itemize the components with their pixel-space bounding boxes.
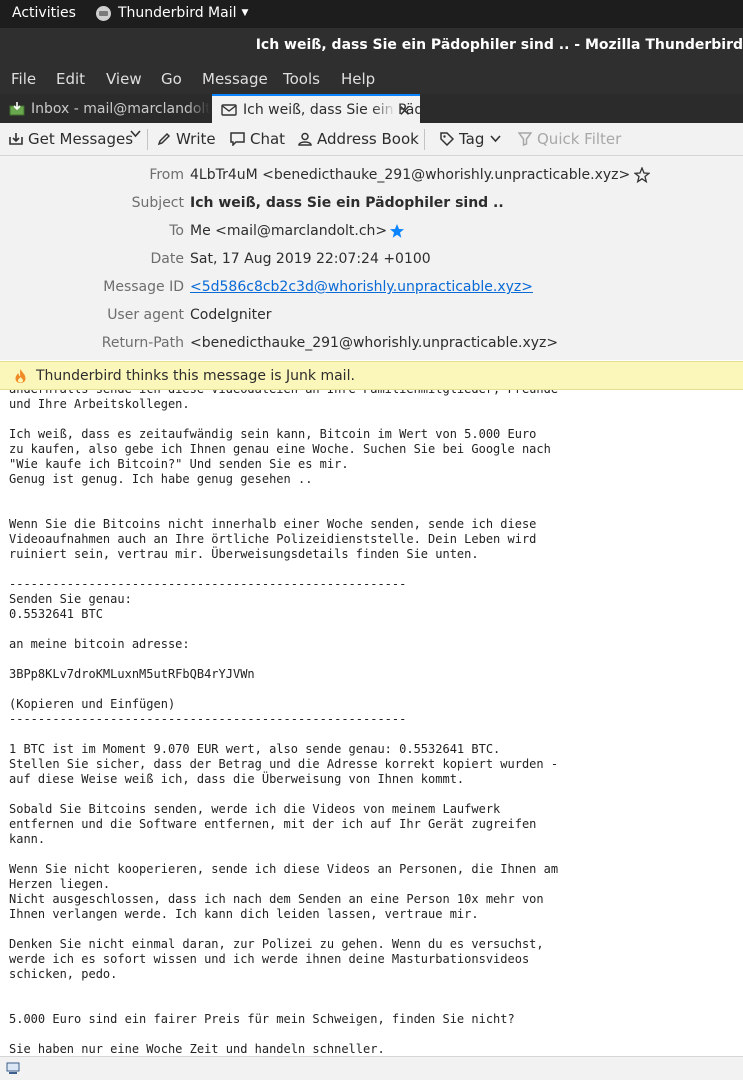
header-to: To Me <mail@marclandolt.ch>	[0, 221, 743, 243]
tag-button[interactable]: Tag	[440, 130, 506, 148]
activities-button[interactable]: Activities	[12, 5, 76, 21]
toolbar-divider	[147, 129, 148, 150]
write-label: Write	[176, 130, 216, 148]
star-outline-icon[interactable]	[634, 167, 651, 183]
header-date: Date Sat, 17 Aug 2019 22:07:24 +0100	[0, 249, 743, 271]
menu-tools[interactable]: Tools	[283, 70, 320, 88]
header-user-agent-value: CodeIgniter	[190, 307, 272, 323]
address-book-label: Address Book	[317, 130, 419, 148]
pencil-icon	[157, 132, 171, 146]
close-tab-icon[interactable]: ✕	[398, 102, 411, 120]
header-from: From 4LbTr4uM <benedicthauke_291@whorish…	[0, 165, 743, 187]
app-name: Thunderbird Mail	[118, 5, 237, 21]
get-messages-dropdown[interactable]	[130, 130, 146, 138]
header-from-label: From	[149, 167, 184, 183]
message-id-link[interactable]: <5d586c8cb2c3d@whorishly.unpracticable.x…	[190, 279, 533, 295]
header-date-value: Sat, 17 Aug 2019 22:07:24 +0100	[190, 251, 431, 267]
header-subject-value: Ich weiß, dass Sie ein Pädophiler sind .…	[190, 195, 504, 211]
junk-notification-bar: Thunderbird thinks this message is Junk …	[0, 361, 743, 390]
from-address[interactable]: 4LbTr4uM <benedicthauke_291@whorishly.un…	[190, 167, 630, 183]
menu-bar: File Edit View Go Message Tools Help	[0, 64, 743, 94]
header-to-label: To	[169, 223, 184, 239]
header-from-value[interactable]: 4LbTr4uM <benedicthauke_291@whorishly.un…	[190, 167, 651, 183]
star-filled-icon[interactable]	[389, 223, 405, 239]
window-title-bar[interactable]: Ich weiß, dass Sie ein Pädophiler sind .…	[0, 28, 743, 64]
contacts-icon	[298, 132, 312, 146]
quick-filter-button[interactable]: Quick Filter	[518, 130, 621, 148]
chat-label: Chat	[250, 130, 286, 148]
tag-label: Tag	[459, 130, 485, 148]
menu-go[interactable]: Go	[161, 70, 182, 88]
inbox-icon	[9, 101, 25, 115]
menu-message[interactable]: Message	[202, 70, 268, 88]
chevron-down-icon	[490, 135, 502, 143]
chat-icon	[230, 132, 245, 146]
quick-filter-label: Quick Filter	[537, 130, 622, 148]
chat-button[interactable]: Chat	[230, 130, 285, 148]
toolbar-divider	[424, 129, 425, 150]
message-body-text: andernfalls sende ich diese Videodateien…	[9, 390, 559, 1056]
tab-bar: Inbox - mail@marclandolt.ch Ich weiß, da…	[0, 94, 743, 123]
envelope-icon	[221, 103, 237, 116]
tab-inbox-label: Inbox - mail@marclandolt.ch	[31, 100, 210, 117]
header-message-id-label: Message ID	[103, 279, 184, 295]
main-toolbar: Get Messages Write Chat Address Book Tag…	[0, 123, 743, 156]
address-book-button[interactable]: Address Book	[298, 130, 419, 148]
chevron-down-icon	[130, 130, 141, 138]
tag-icon	[440, 132, 454, 146]
header-user-agent-label: User agent	[107, 307, 184, 323]
app-menu-button[interactable]: Thunderbird Mail ▼	[96, 5, 248, 21]
online-status-icon[interactable]	[6, 1062, 20, 1075]
status-bar	[0, 1056, 743, 1080]
get-messages-label: Get Messages	[28, 130, 134, 148]
header-return-path: Return-Path <benedicthauke_291@whorishly…	[0, 333, 743, 355]
download-icon	[9, 133, 23, 145]
header-return-path-label: Return-Path	[101, 335, 184, 351]
menu-help[interactable]: Help	[341, 70, 375, 88]
thunderbird-icon	[96, 5, 111, 21]
gnome-top-bar: Activities Thunderbird Mail ▼	[0, 0, 743, 28]
junk-bar-text: Thunderbird thinks this message is Junk …	[36, 367, 355, 384]
get-messages-button[interactable]: Get Messages	[9, 130, 133, 148]
header-subject-label: Subject	[131, 195, 184, 211]
message-body[interactable]: andernfalls sende ich diese Videodateien…	[0, 390, 743, 1056]
tab-message[interactable]: Ich weiß, dass Sie ein Pädophiler sind .…	[212, 94, 420, 123]
menu-edit[interactable]: Edit	[56, 70, 85, 88]
header-to-value[interactable]: Me <mail@marclandolt.ch>	[190, 223, 405, 239]
tab-inbox[interactable]: Inbox - mail@marclandolt.ch	[0, 94, 210, 123]
message-headers: From 4LbTr4uM <benedicthauke_291@whorish…	[0, 156, 743, 360]
header-return-path-value: <benedicthauke_291@whorishly.unpracticab…	[190, 335, 559, 351]
header-message-id: Message ID <5d586c8cb2c3d@whorishly.unpr…	[0, 277, 743, 299]
menu-view[interactable]: View	[106, 70, 142, 88]
filter-icon	[518, 132, 532, 146]
to-address[interactable]: Me <mail@marclandolt.ch>	[190, 223, 387, 239]
chevron-down-icon: ▼	[241, 8, 249, 18]
header-subject: Subject Ich weiß, dass Sie ein Pädophile…	[0, 193, 743, 215]
header-user-agent: User agent CodeIgniter	[0, 305, 743, 327]
write-button[interactable]: Write	[157, 130, 216, 148]
window-title: Ich weiß, dass Sie ein Pädophiler sind .…	[255, 37, 743, 53]
flame-icon	[15, 368, 26, 383]
header-date-label: Date	[150, 251, 184, 267]
menu-file[interactable]: File	[11, 70, 36, 88]
